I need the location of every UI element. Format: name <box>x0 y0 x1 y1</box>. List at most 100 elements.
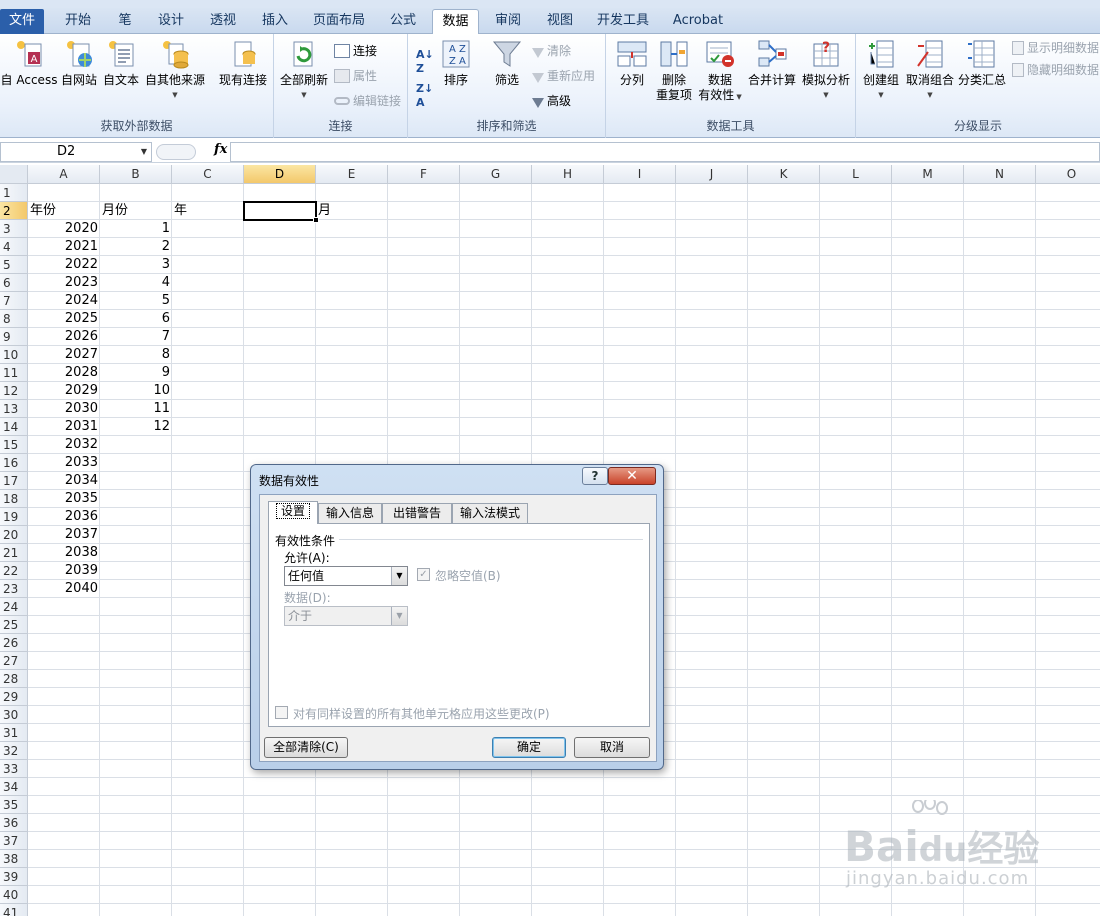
filter-button[interactable]: 筛选 <box>488 38 526 88</box>
ignore-blank-checkbox[interactable]: ✓ <box>417 568 430 581</box>
row-header-33[interactable]: 33 <box>0 760 28 778</box>
row-header-26[interactable]: 26 <box>0 634 28 652</box>
cell-B10[interactable]: 8 <box>100 346 172 364</box>
row-header-11[interactable]: 11 <box>0 364 28 382</box>
subtotal-button[interactable]: 分类汇总 <box>956 38 1008 88</box>
column-header-O[interactable]: O <box>1036 165 1100 184</box>
row-header-30[interactable]: 30 <box>0 706 28 724</box>
row-header-15[interactable]: 15 <box>0 436 28 454</box>
tab-file[interactable]: 文件 <box>0 9 44 34</box>
cell-A14[interactable]: 2031 <box>28 418 100 436</box>
tab-review[interactable]: 审阅 <box>486 9 530 34</box>
row-header-37[interactable]: 37 <box>0 832 28 850</box>
tab-error-alert[interactable]: 出错警告 <box>382 503 452 523</box>
row-header-13[interactable]: 13 <box>0 400 28 418</box>
tab-input-message[interactable]: 输入信息 <box>318 503 382 523</box>
cell-A9[interactable]: 2026 <box>28 328 100 346</box>
row-header-14[interactable]: 14 <box>0 418 28 436</box>
column-header-D[interactable]: D <box>244 165 316 184</box>
row-header-23[interactable]: 23 <box>0 580 28 598</box>
tab-insert[interactable]: 插入 <box>252 9 298 34</box>
connections-button[interactable]: 连接 <box>334 41 377 61</box>
row-header-19[interactable]: 19 <box>0 508 28 526</box>
text-to-columns-button[interactable]: 分列 <box>614 38 650 88</box>
cell-A13[interactable]: 2030 <box>28 400 100 418</box>
column-header-G[interactable]: G <box>460 165 532 184</box>
cell-A21[interactable]: 2038 <box>28 544 100 562</box>
cell-A4[interactable]: 2021 <box>28 238 100 256</box>
cell-A7[interactable]: 2024 <box>28 292 100 310</box>
apply-all-checkbox[interactable] <box>275 706 288 719</box>
cell-A22[interactable]: 2039 <box>28 562 100 580</box>
row-header-29[interactable]: 29 <box>0 688 28 706</box>
cell-B13[interactable]: 11 <box>100 400 172 418</box>
cell-B8[interactable]: 6 <box>100 310 172 328</box>
row-header-3[interactable]: 3 <box>0 220 28 238</box>
cell-A12[interactable]: 2029 <box>28 382 100 400</box>
tab-pen[interactable]: 笔 <box>108 9 142 34</box>
from-other-sources-button[interactable]: 自其他来源 ▼ <box>142 38 208 103</box>
row-header-18[interactable]: 18 <box>0 490 28 508</box>
row-header-32[interactable]: 32 <box>0 742 28 760</box>
column-header-M[interactable]: M <box>892 165 964 184</box>
row-header-27[interactable]: 27 <box>0 652 28 670</box>
cell-A20[interactable]: 2037 <box>28 526 100 544</box>
row-header-2[interactable]: 2 <box>0 202 28 220</box>
what-if-analysis-button[interactable]: ? 模拟分析 ▼ <box>800 38 852 103</box>
column-header-H[interactable]: H <box>532 165 604 184</box>
row-header-21[interactable]: 21 <box>0 544 28 562</box>
select-all-corner[interactable] <box>0 165 28 184</box>
cell-A15[interactable]: 2032 <box>28 436 100 454</box>
cell-A17[interactable]: 2034 <box>28 472 100 490</box>
tab-data[interactable]: 数据 <box>432 9 479 35</box>
row-header-38[interactable]: 38 <box>0 850 28 868</box>
help-button[interactable]: ? <box>582 467 608 485</box>
tab-design[interactable]: 设计 <box>148 9 194 34</box>
hide-detail-button[interactable]: 隐藏明细数据 <box>1012 60 1099 80</box>
row-header-34[interactable]: 34 <box>0 778 28 796</box>
sort-ascending-button[interactable]: A↓ Z <box>416 48 434 75</box>
cell-A23[interactable]: 2040 <box>28 580 100 598</box>
sort-descending-button[interactable]: Z↓ A <box>416 82 433 109</box>
advanced-filter-button[interactable]: 高级 <box>532 91 571 111</box>
properties-button[interactable]: 属性 <box>334 66 377 86</box>
cell-A8[interactable]: 2025 <box>28 310 100 328</box>
row-header-4[interactable]: 4 <box>0 238 28 256</box>
tab-acrobat[interactable]: Acrobat <box>666 9 730 34</box>
cell-E2[interactable]: 月 <box>316 202 388 220</box>
cell-B6[interactable]: 4 <box>100 274 172 292</box>
column-header-C[interactable]: C <box>172 165 244 184</box>
cell-B2[interactable]: 月份 <box>100 202 172 220</box>
refresh-all-button[interactable]: 全部刷新 ▼ <box>276 38 332 103</box>
show-detail-button[interactable]: 显示明细数据 <box>1012 38 1099 58</box>
column-header-J[interactable]: J <box>676 165 748 184</box>
cell-A5[interactable]: 2022 <box>28 256 100 274</box>
row-header-20[interactable]: 20 <box>0 526 28 544</box>
cell-A19[interactable]: 2036 <box>28 508 100 526</box>
cell-B14[interactable]: 12 <box>100 418 172 436</box>
sort-button[interactable]: AZ ZA 排序 <box>440 38 472 88</box>
row-header-28[interactable]: 28 <box>0 670 28 688</box>
row-header-31[interactable]: 31 <box>0 724 28 742</box>
row-header-40[interactable]: 40 <box>0 886 28 904</box>
row-header-22[interactable]: 22 <box>0 562 28 580</box>
remove-duplicates-button[interactable]: 删除 重复项 <box>654 38 694 103</box>
row-header-1[interactable]: 1 <box>0 184 28 202</box>
column-header-N[interactable]: N <box>964 165 1036 184</box>
cell-A3[interactable]: 2020 <box>28 220 100 238</box>
cell-B12[interactable]: 10 <box>100 382 172 400</box>
allow-select[interactable]: 任何值 ▼ <box>284 566 408 586</box>
cell-A18[interactable]: 2035 <box>28 490 100 508</box>
row-header-6[interactable]: 6 <box>0 274 28 292</box>
column-header-I[interactable]: I <box>604 165 676 184</box>
row-header-39[interactable]: 39 <box>0 868 28 886</box>
cell-B9[interactable]: 7 <box>100 328 172 346</box>
from-access-button[interactable]: A 自 Access <box>0 38 58 88</box>
row-header-8[interactable]: 8 <box>0 310 28 328</box>
column-header-B[interactable]: B <box>100 165 172 184</box>
active-cell-D2[interactable] <box>243 201 319 223</box>
tab-formulas[interactable]: 公式 <box>380 9 426 34</box>
cell-A10[interactable]: 2027 <box>28 346 100 364</box>
cell-A6[interactable]: 2023 <box>28 274 100 292</box>
existing-connections-button[interactable]: 现有连接 <box>214 38 272 88</box>
